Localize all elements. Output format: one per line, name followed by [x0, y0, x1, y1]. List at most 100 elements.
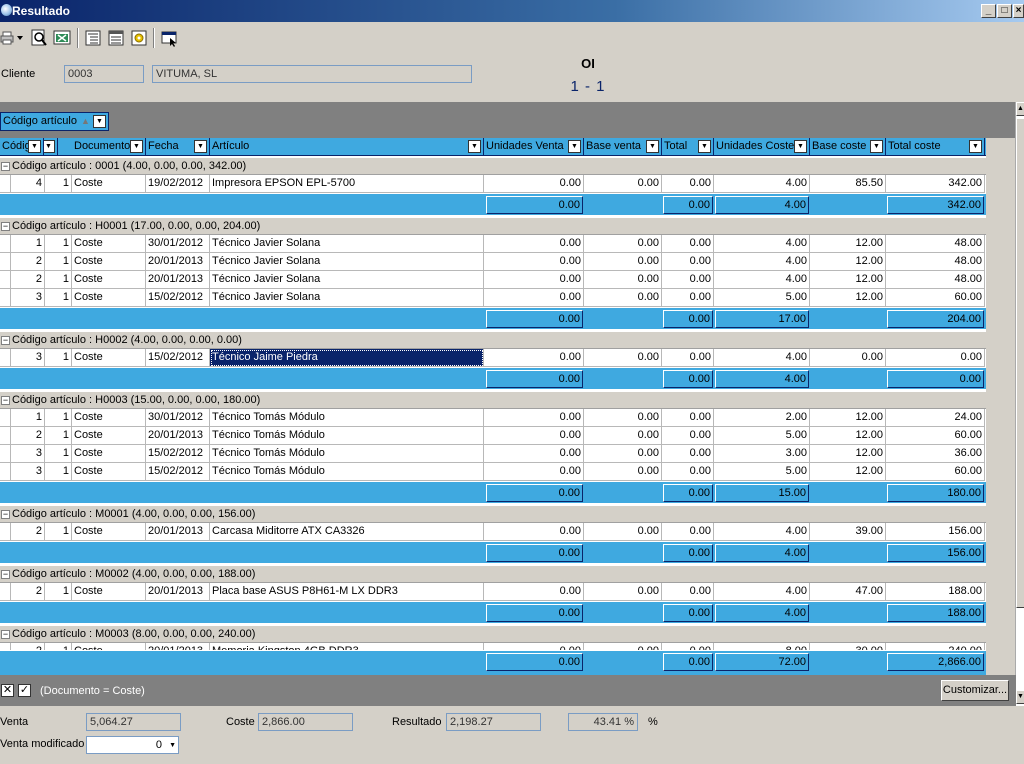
- cell-fecha[interactable]: 15/02/2012: [146, 289, 210, 307]
- cell-base-venta[interactable]: 0.00: [584, 349, 662, 367]
- cell-base-venta[interactable]: 0.00: [584, 643, 662, 650]
- cell-unidades-coste[interactable]: 2.00: [714, 409, 810, 427]
- cell-v[interactable]: 1: [45, 349, 72, 367]
- cell-articulo[interactable]: Técnico Javier Solana: [210, 253, 484, 271]
- group-row[interactable]: − Código artículo : H0001 (17.00, 0.00, 0…: [0, 217, 986, 235]
- cell-unidades-coste[interactable]: 4.00: [714, 583, 810, 601]
- cell-v[interactable]: 1: [45, 175, 72, 193]
- column-header-base-venta[interactable]: Base venta ▼: [584, 138, 662, 156]
- cell-unidades-coste[interactable]: 3.00: [714, 445, 810, 463]
- close-button[interactable]: ×: [1013, 4, 1024, 18]
- cell-codigo[interactable]: 4: [11, 175, 45, 193]
- group-row[interactable]: − Código artículo : M0001 (4.00, 0.00, 0.…: [0, 505, 986, 523]
- cell-unidades-coste[interactable]: 5.00: [714, 427, 810, 445]
- cell-total-coste[interactable]: 60.00: [886, 463, 985, 481]
- column-filter-dropdown-icon[interactable]: ▼: [468, 140, 481, 153]
- cell-total-coste[interactable]: 48.00: [886, 271, 985, 289]
- cell-unidades-coste[interactable]: 4.00: [714, 523, 810, 541]
- table-row[interactable]: 4 1 Coste 19/02/2012 Impresora EPSON EPL-570…: [0, 175, 986, 193]
- cell-unidades-venta[interactable]: 0.00: [484, 349, 584, 367]
- cell-total[interactable]: 0.00: [662, 583, 714, 601]
- cell-base-coste[interactable]: 85.50: [810, 175, 886, 193]
- cell-articulo[interactable]: Técnico Javier Solana: [210, 235, 484, 253]
- cell-documento[interactable]: Coste: [72, 235, 146, 253]
- cell-base-coste[interactable]: 12.00: [810, 235, 886, 253]
- cell-unidades-venta[interactable]: 0.00: [484, 235, 584, 253]
- column-header-total[interactable]: Total ▼: [662, 138, 714, 156]
- cell-unidades-coste[interactable]: 4.00: [714, 253, 810, 271]
- table-row[interactable]: 2 1 Coste 20/01/2013 Técnico Javier Solana 0.…: [0, 253, 986, 271]
- column-filter-dropdown-icon[interactable]: ▼: [870, 140, 883, 153]
- cell-unidades-coste[interactable]: 4.00: [714, 349, 810, 367]
- cell-base-venta[interactable]: 0.00: [584, 445, 662, 463]
- cell-total-coste[interactable]: 48.00: [886, 253, 985, 271]
- cell-unidades-venta[interactable]: 0.00: [484, 289, 584, 307]
- table-row[interactable]: 2 1 Coste 20/01/2013 Carcasa Miditorre ATX C…: [0, 523, 986, 541]
- cell-documento[interactable]: Coste: [72, 253, 146, 271]
- cell-fecha[interactable]: 15/02/2012: [146, 445, 210, 463]
- cell-base-venta[interactable]: 0.00: [584, 427, 662, 445]
- preview-icon[interactable]: [28, 27, 50, 49]
- cell-base-venta[interactable]: 0.00: [584, 271, 662, 289]
- cell-unidades-venta[interactable]: 0.00: [484, 253, 584, 271]
- cell-total[interactable]: 0.00: [662, 463, 714, 481]
- cell-codigo[interactable]: 2: [11, 427, 45, 445]
- column-header-total-coste[interactable]: Total coste ▼: [886, 138, 985, 156]
- group-row[interactable]: − Código artículo : M0003 (8.00, 0.00, 0.…: [0, 625, 986, 643]
- cell-total-coste[interactable]: 342.00: [886, 175, 985, 193]
- cell-base-venta[interactable]: 0.00: [584, 175, 662, 193]
- cell-v[interactable]: 1: [45, 463, 72, 481]
- cell-base-coste[interactable]: 12.00: [810, 445, 886, 463]
- cell-unidades-venta[interactable]: 0.00: [484, 445, 584, 463]
- cell-articulo[interactable]: Memoria Kingston 4GB DDR3: [210, 643, 484, 650]
- cell-v[interactable]: 1: [45, 427, 72, 445]
- cell-unidades-venta[interactable]: 0.00: [484, 271, 584, 289]
- cell-base-venta[interactable]: 0.00: [584, 289, 662, 307]
- cell-documento[interactable]: Coste: [72, 427, 146, 445]
- column-filter-dropdown-icon[interactable]: ▼: [194, 140, 207, 153]
- table-row[interactable]: 3 1 Coste 15/02/2012 Técnico Javier Solana 0.…: [0, 289, 986, 307]
- column-header-fecha[interactable]: Fecha ▼: [146, 138, 210, 156]
- cell-v[interactable]: 1: [45, 583, 72, 601]
- cell-total[interactable]: 0.00: [662, 445, 714, 463]
- collapse-group-icon[interactable]: −: [1, 570, 10, 579]
- cell-base-coste[interactable]: 30.00: [810, 643, 886, 650]
- table-row[interactable]: 21Coste20/01/2013Memoria Kingston 4GB DD…: [0, 643, 986, 650]
- cell-unidades-venta[interactable]: 0.00: [484, 523, 584, 541]
- table-row[interactable]: 3 1 Coste 15/02/2012 Técnico Jaime Piedra 0.0…: [0, 349, 986, 367]
- customize-button[interactable]: Customizar...: [941, 680, 1009, 701]
- table-row[interactable]: 2 1 Coste 20/01/2013 Técnico Tomás Módulo 0.0…: [0, 427, 986, 445]
- cell-documento[interactable]: Coste: [72, 463, 146, 481]
- group-row[interactable]: − Código artículo : M0002 (4.00, 0.00, 0.…: [0, 565, 986, 583]
- cell-total-coste[interactable]: 0.00: [886, 349, 985, 367]
- group-row[interactable]: − Código artículo : H0003 (15.00, 0.00, 0…: [0, 391, 986, 409]
- cell-articulo[interactable]: Carcasa Miditorre ATX CA3326: [210, 523, 484, 541]
- cell-total[interactable]: 0.00: [662, 289, 714, 307]
- cell-codigo[interactable]: 2: [11, 253, 45, 271]
- clear-filter-icon[interactable]: ✕: [1, 684, 14, 697]
- collapse-group-icon[interactable]: −: [1, 630, 10, 639]
- filter-enabled-checkbox[interactable]: ✓: [18, 684, 31, 697]
- cell-fecha[interactable]: 30/01/2012: [146, 235, 210, 253]
- column-header-v[interactable]: V▼: [44, 138, 58, 156]
- cell-unidades-coste[interactable]: 4.00: [714, 175, 810, 193]
- maximize-button[interactable]: □: [997, 4, 1012, 18]
- export-excel-icon[interactable]: [51, 27, 73, 49]
- cell-codigo[interactable]: 2: [11, 271, 45, 289]
- cell-base-coste[interactable]: 0.00: [810, 349, 886, 367]
- print-dropdown-icon[interactable]: [14, 27, 26, 49]
- cell-articulo[interactable]: Técnico Tomás Módulo: [210, 463, 484, 481]
- scroll-thumb[interactable]: [1016, 118, 1024, 608]
- cell-unidades-venta[interactable]: 0.00: [484, 583, 584, 601]
- cell-total[interactable]: 0.00: [662, 271, 714, 289]
- cell-codigo[interactable]: 3: [11, 463, 45, 481]
- cell-fecha[interactable]: 20/01/2013: [146, 583, 210, 601]
- collapse-group-icon[interactable]: −: [1, 396, 10, 405]
- column-filter-dropdown-icon[interactable]: ▼: [568, 140, 581, 153]
- cell-total[interactable]: 0.00: [662, 349, 714, 367]
- cell-v[interactable]: 1: [45, 253, 72, 271]
- cell-base-venta[interactable]: 0.00: [584, 463, 662, 481]
- cell-total-coste[interactable]: 240.00: [886, 643, 985, 650]
- cell-articulo[interactable]: Técnico Javier Solana: [210, 271, 484, 289]
- cell-v[interactable]: 1: [45, 235, 72, 253]
